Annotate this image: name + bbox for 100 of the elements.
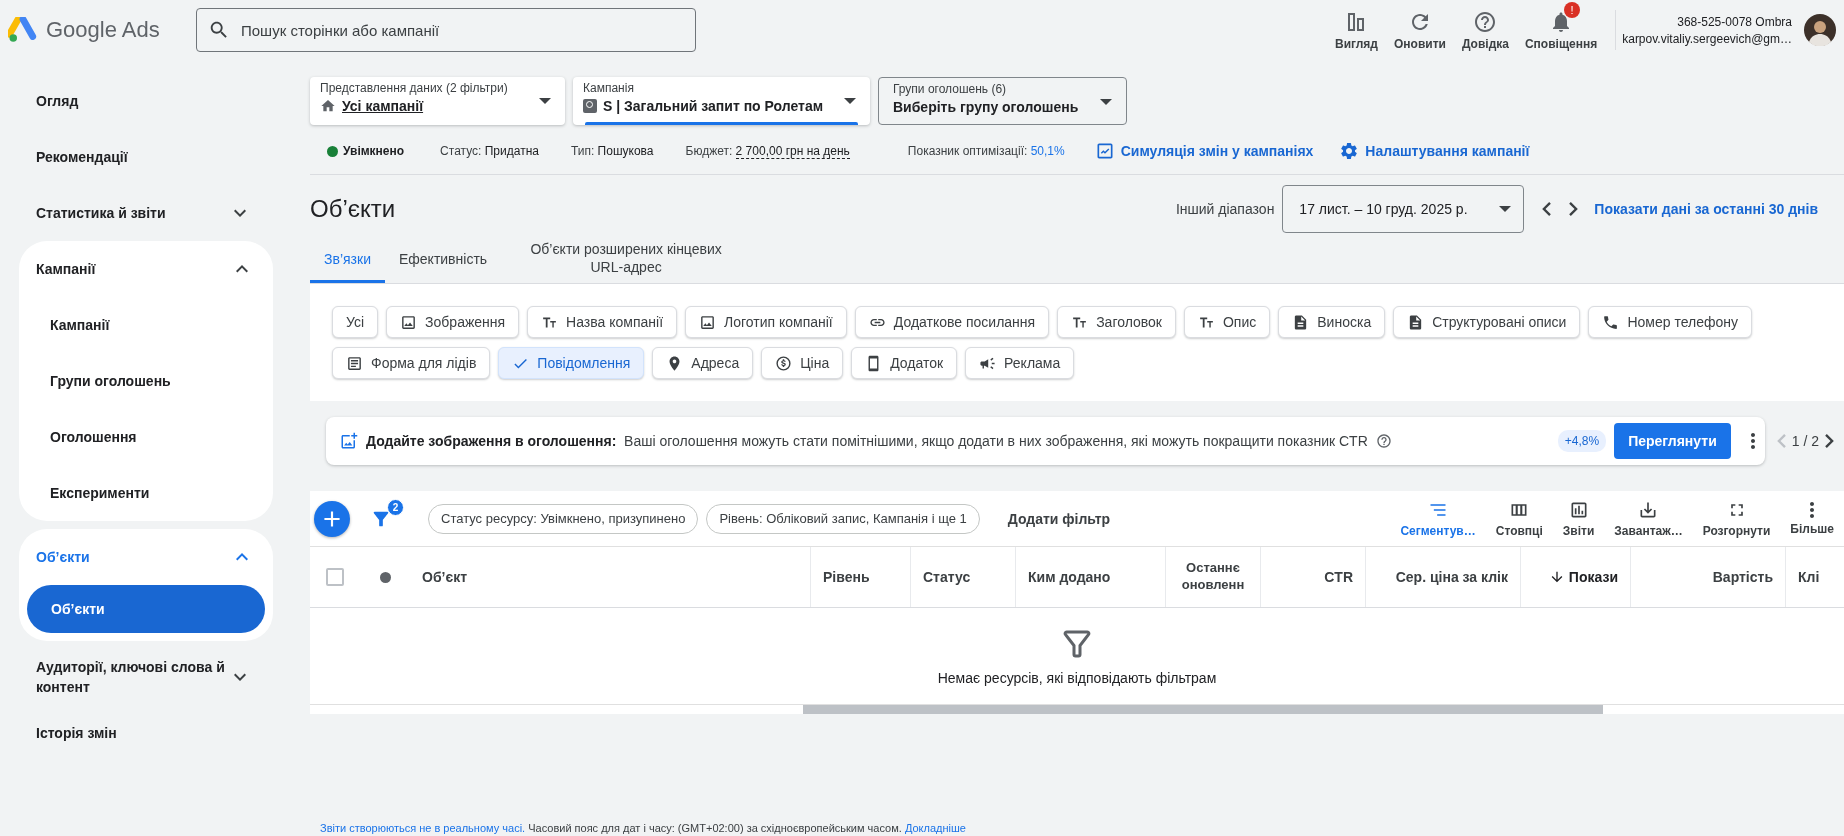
column-header[interactable]: Покази [1520,547,1630,607]
image-icon [699,313,716,331]
toolbar-button[interactable]: Розгорнути [1692,499,1781,538]
toolbar-button[interactable]: Вигляд [1327,9,1386,51]
toolbar-button[interactable]: Довідка [1453,9,1517,51]
footer-link[interactable]: Звіти створюються не в реальному часі. [320,822,526,834]
filter-chip[interactable]: Усі [332,306,379,338]
column-header[interactable]: Рівень [810,547,910,607]
filter-chip[interactable]: Додаткове посилання [854,306,1050,338]
nav-item[interactable]: Групи оголошень [19,353,273,409]
last-30-days-link[interactable]: Показати дані за останні 30 днів [1594,201,1818,217]
toolbar-button[interactable]: Оновити [1385,9,1454,51]
caret-icon [1100,99,1112,105]
nav-group-item[interactable]: Об’єкти [19,529,273,585]
help-icon [1473,9,1498,34]
tab[interactable]: Об’єкти розширених кінцевих URL-адрес [511,239,742,283]
filter-chip[interactable]: Заголовок [1057,306,1176,338]
select-all-checkbox[interactable] [326,568,344,586]
image-icon [400,313,418,331]
footer-link[interactable]: Докладніше [904,822,966,834]
caret-icon [539,98,551,104]
column-header[interactable]: Сер. ціна за клік [1365,547,1520,607]
nav-item[interactable]: Кампанії [19,297,273,353]
status-label: Увімкнено [343,144,405,158]
logo-icon [8,16,38,44]
campaign-fact: Тип: Пошукова [570,144,654,158]
filter-chip[interactable]: Форма для лідів [332,347,491,379]
filter-chip[interactable]: Виноска [1278,306,1386,338]
column-header[interactable]: Вартість [1630,547,1785,607]
nav-item[interactable]: Історія змін [0,705,290,761]
uplift-badge: +4,8% [1557,430,1607,452]
avatar[interactable] [1804,14,1836,46]
empty-message: Немає ресурсів, які відповідають фільтрам [937,670,1217,686]
page-title: Об’єкти [310,195,396,223]
phone-icon [1602,313,1620,331]
filter-chip[interactable]: Логотип компанії [685,306,847,338]
filter-chip[interactable]: Додаток [851,347,958,379]
toolbar-button[interactable]: Стовпці [1485,499,1553,538]
dropdown[interactable]: Групи оголошень (6) Виберіть групу оголошень [878,77,1127,125]
dropdown[interactable]: Кампанія S | Загальний запит по Ролетам [573,77,870,125]
search-field[interactable]: Пошук сторінки або кампанії [196,8,696,52]
more-icon [1810,501,1815,518]
horizontal-scrollbar[interactable] [803,705,1603,714]
filter-count-badge: 2 [387,498,404,516]
campaign-fact: Статус: Придатна [440,144,539,158]
nav-item[interactable]: Огляд [0,73,290,129]
toolbar-button[interactable]: Сегментув… [1390,499,1486,538]
nav-group-item[interactable]: Статистика й звіти [0,185,290,241]
nav-group-item[interactable]: Аудиторії, ключові слова й контент [0,649,290,705]
next-button[interactable] [1825,434,1834,448]
banner-text: Додайте зображення в оголошення: Ваші оголошення можуть стати помітнішими, якщо додати в них зображення, які можуть покращити показник CTR [366,433,1368,449]
add-button[interactable] [314,500,350,537]
campaign-link[interactable]: Налаштування кампанії [1339,141,1530,161]
filter-chip[interactable]: Зображення [386,306,520,338]
coin-icon [775,354,793,372]
add-filter-button[interactable]: Додати фільтр [1007,510,1111,527]
tab[interactable]: Ефективність [384,249,502,283]
settings-icon [1339,141,1360,161]
help-icon [1375,433,1392,449]
filter-chip[interactable]: Номер телефону [1588,306,1752,338]
pager-text: 1 / 2 [1791,433,1819,449]
column-header[interactable]: Клі [1785,547,1844,607]
more-button[interactable] [1750,433,1755,449]
nav-group-item[interactable]: Кампанії [19,241,273,297]
search-icon [208,19,230,41]
filter-chip[interactable]: Структуровані описи [1393,306,1581,338]
filter-chip[interactable]: Адреса [652,347,754,379]
filter-chip[interactable]: Опис [1184,306,1271,338]
product-name: Google Ads [46,17,160,43]
nav-item[interactable]: Експерименти [19,465,273,521]
campaign-fact: Показник оптимізації: 50,1% [907,144,1065,158]
caret-icon [844,98,856,104]
campaign-link[interactable]: Симуляція змін у кампаніях [1094,141,1314,161]
column-header[interactable]: Ким додано [1015,547,1165,607]
nav-item[interactable]: Об’єкти [27,585,265,633]
column-header[interactable]: Об’єкт [410,547,810,607]
dropdown[interactable]: Представлення даних (2 фільтри) Усі кампанії [310,77,565,125]
date-range-dropdown[interactable]: 17 лист. – 10 груд. 2025 р. [1282,185,1525,233]
previous-period-button[interactable] [1542,202,1552,216]
toolbar-button[interactable]: Завантаж… [1604,499,1693,538]
chevron-right-icon [1825,434,1834,448]
filter-chip[interactable]: Ціна [761,347,844,379]
view-button[interactable]: Переглянути [1614,423,1731,459]
footer-note: Звіти створюються не в реальному часі. Часовий пояс для дат і часу: (GMT+02:00) за східноєвропейським часом. Докладніше [320,822,967,834]
column-header[interactable]: Останнє оновленн [1165,547,1260,607]
filter-chip[interactable]: Реклама [965,347,1075,379]
account-id: 368-525-0078 Ombra [1677,14,1792,29]
filter-chip[interactable]: Повідомлення [498,347,645,379]
column-header[interactable]: CTR [1260,547,1365,607]
form-icon [346,354,363,372]
nav-item[interactable]: Оголошення [19,409,273,465]
search-campaign-icon [583,99,597,113]
toolbar-button[interactable]: Більше [1780,501,1844,536]
toolbar-button[interactable]: Звіти [1552,499,1605,538]
filter-chip[interactable]: Назва компанії [527,306,677,338]
notification-badge: ! [1564,1,1581,18]
next-period-button[interactable] [1569,202,1579,216]
chevron-left-icon [1542,202,1552,216]
nav-item[interactable]: Рекомендації [0,129,290,185]
column-header[interactable]: Статус [910,547,1015,607]
